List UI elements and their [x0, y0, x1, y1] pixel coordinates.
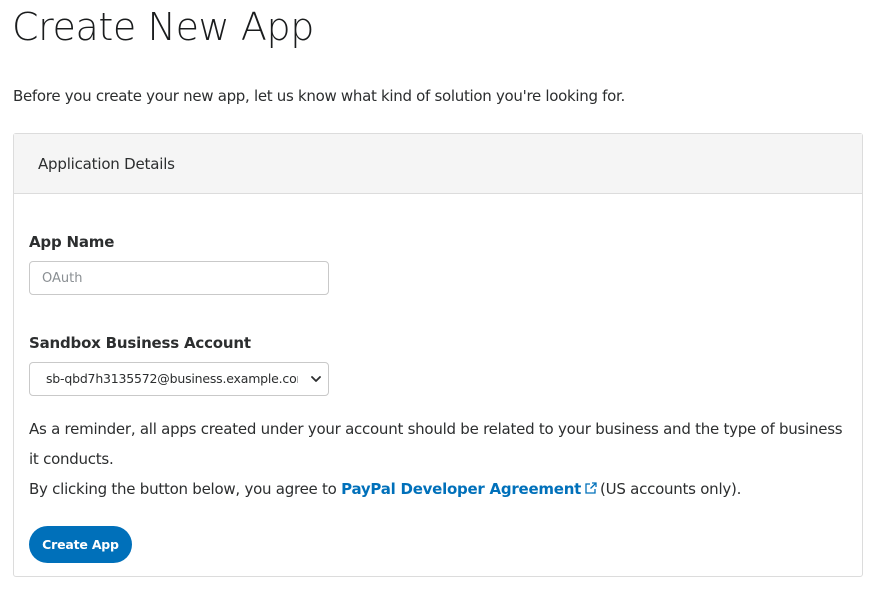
- agreement-text: By clicking the button below, you agree …: [29, 474, 849, 504]
- chevron-down-icon: [311, 376, 321, 382]
- create-app-button[interactable]: Create App: [29, 526, 132, 563]
- app-name-label: App Name: [29, 233, 115, 251]
- intro-text: Before you create your new app, let us k…: [13, 87, 625, 105]
- reminder-text: As a reminder, all apps created under yo…: [29, 420, 843, 468]
- create-app-page: Create New App Before you create your ne…: [0, 0, 876, 591]
- sandbox-account-selected-value: sb-qbd7h3135572@business.example.com: [46, 371, 298, 386]
- agreement-prefix: By clicking the button below, you agree …: [29, 480, 337, 498]
- developer-agreement-link[interactable]: PayPal Developer Agreement: [341, 480, 600, 498]
- developer-agreement-link-label: PayPal Developer Agreement: [341, 480, 582, 498]
- card-header-title: Application Details: [38, 154, 175, 173]
- sandbox-account-select[interactable]: sb-qbd7h3135572@business.example.com: [29, 362, 329, 396]
- external-link-icon: [585, 482, 597, 494]
- card-header: Application Details: [14, 134, 862, 194]
- sandbox-account-label: Sandbox Business Account: [29, 334, 251, 352]
- page-title: Create New App: [12, 5, 314, 49]
- agreement-suffix: (US accounts only).: [600, 480, 742, 498]
- app-name-input[interactable]: [29, 261, 329, 295]
- application-details-card: Application Details App Name Sandbox Bus…: [13, 133, 863, 577]
